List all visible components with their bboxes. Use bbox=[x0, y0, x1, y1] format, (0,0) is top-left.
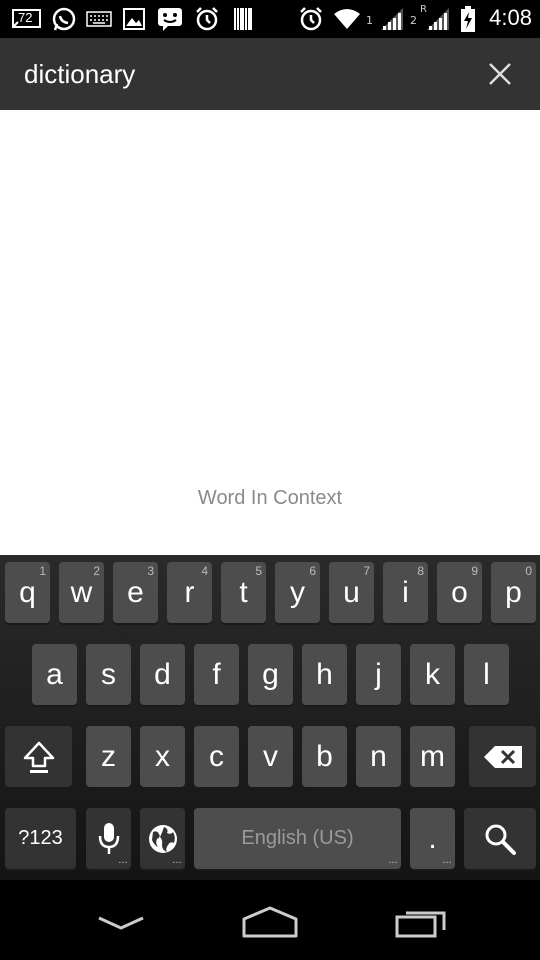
recent-apps-icon bbox=[395, 911, 446, 938]
microphone-icon bbox=[98, 822, 119, 854]
soft-keyboard: q1 w2 e3 r4 t5 y6 u7 i8 o9 p0 a s d f g … bbox=[0, 555, 540, 880]
signal-roaming-icon bbox=[424, 6, 450, 32]
key-a[interactable]: a bbox=[32, 644, 77, 705]
recent-apps-button[interactable] bbox=[386, 904, 456, 940]
key-f[interactable]: f bbox=[194, 644, 239, 705]
notification-count-icon: 72 bbox=[12, 6, 42, 32]
key-z[interactable]: z bbox=[86, 726, 131, 787]
sim1-label: 1 bbox=[366, 14, 373, 27]
period-key[interactable]: . … bbox=[410, 808, 455, 869]
barcode-icon bbox=[232, 6, 254, 32]
home-button[interactable] bbox=[235, 904, 305, 940]
search-icon bbox=[485, 824, 516, 855]
wifi-icon bbox=[332, 6, 362, 32]
key-r[interactable]: r4 bbox=[167, 562, 212, 623]
key-e[interactable]: e3 bbox=[113, 562, 158, 623]
key-q[interactable]: q1 bbox=[5, 562, 50, 623]
key-j[interactable]: j bbox=[356, 644, 401, 705]
key-s[interactable]: s bbox=[86, 644, 131, 705]
gallery-icon bbox=[122, 6, 146, 32]
messenger-icon bbox=[156, 6, 184, 32]
keyboard-icon bbox=[86, 6, 112, 32]
key-d[interactable]: d bbox=[140, 644, 185, 705]
navigation-bar bbox=[0, 880, 540, 960]
key-n[interactable]: n bbox=[356, 726, 401, 787]
key-b[interactable]: b bbox=[302, 726, 347, 787]
status-bar: 72 1 2 R 4:08 bbox=[0, 0, 540, 38]
key-l[interactable]: l bbox=[464, 644, 509, 705]
sim2-label: 2 bbox=[410, 14, 417, 27]
key-m[interactable]: m bbox=[410, 726, 455, 787]
symbols-key[interactable]: ?123 bbox=[5, 808, 76, 869]
key-i[interactable]: i8 bbox=[383, 562, 428, 623]
key-t[interactable]: t5 bbox=[221, 562, 266, 623]
key-h[interactable]: h bbox=[302, 644, 347, 705]
key-k[interactable]: k bbox=[410, 644, 455, 705]
close-icon bbox=[489, 63, 511, 85]
search-input[interactable] bbox=[24, 54, 444, 94]
word-in-context-label: Word In Context bbox=[197, 487, 343, 509]
backspace-key[interactable] bbox=[469, 726, 536, 787]
key-w[interactable]: w2 bbox=[59, 562, 104, 623]
whatsapp-icon bbox=[50, 6, 78, 32]
backspace-icon bbox=[483, 745, 522, 768]
key-y[interactable]: y6 bbox=[275, 562, 320, 623]
key-x[interactable]: x bbox=[140, 726, 185, 787]
alarm-icon bbox=[194, 6, 220, 32]
home-icon bbox=[242, 906, 298, 938]
back-button[interactable] bbox=[86, 904, 156, 940]
voice-input-key[interactable]: … bbox=[86, 808, 131, 869]
key-v[interactable]: v bbox=[248, 726, 293, 787]
search-bar bbox=[0, 38, 540, 110]
language-key[interactable]: … bbox=[140, 808, 185, 869]
alarm-icon bbox=[298, 6, 324, 32]
hide-keyboard-icon bbox=[98, 916, 144, 930]
signal-icon bbox=[378, 6, 404, 32]
space-key[interactable]: English (US) … bbox=[194, 808, 401, 869]
shift-key[interactable] bbox=[5, 726, 72, 787]
search-key[interactable] bbox=[464, 808, 536, 869]
key-u[interactable]: u7 bbox=[329, 562, 374, 623]
key-c[interactable]: c bbox=[194, 726, 239, 787]
content-area: Word In Context bbox=[0, 110, 540, 555]
clear-search-button[interactable] bbox=[482, 56, 518, 92]
globe-icon bbox=[148, 824, 177, 853]
key-p[interactable]: p0 bbox=[491, 562, 536, 623]
battery-charging-icon bbox=[458, 6, 478, 32]
notification-count: 72 bbox=[18, 10, 33, 25]
key-o[interactable]: o9 bbox=[437, 562, 482, 623]
status-time: 4:08 bbox=[489, 5, 532, 30]
key-g[interactable]: g bbox=[248, 644, 293, 705]
shift-icon bbox=[23, 741, 54, 773]
